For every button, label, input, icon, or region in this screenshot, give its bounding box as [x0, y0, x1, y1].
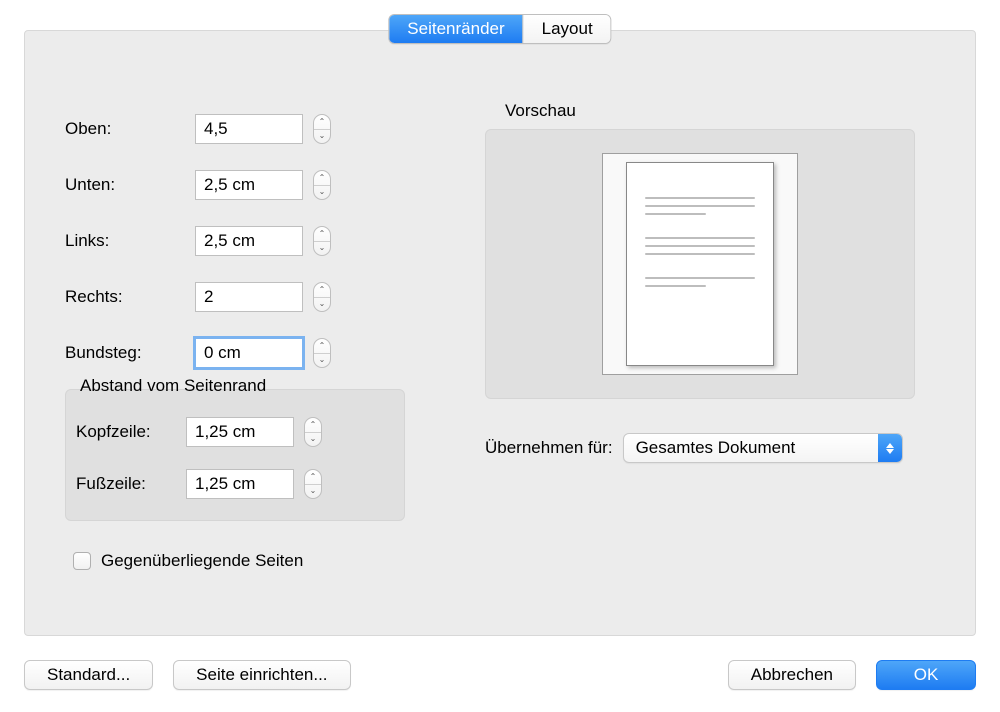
edge-distance-title: Abstand vom Seitenrand	[76, 376, 270, 396]
tab-margins[interactable]: Seitenränder	[389, 15, 522, 43]
chevron-down-icon[interactable]: ⌄	[314, 241, 330, 255]
chevron-up-icon[interactable]: ⌃	[305, 418, 321, 432]
footer-input[interactable]	[186, 469, 294, 499]
gutter-stepper[interactable]: ⌃ ⌄	[313, 338, 331, 368]
preview-column: Vorschau	[485, 101, 935, 463]
right-input[interactable]	[195, 282, 303, 312]
tab-bar: Seitenränder Layout	[388, 14, 611, 44]
header-label: Kopfzeile:	[76, 422, 186, 442]
mirror-pages-label: Gegenüberliegende Seiten	[101, 551, 303, 571]
top-input[interactable]	[195, 114, 303, 144]
left-stepper[interactable]: ⌃ ⌄	[313, 226, 331, 256]
mirror-pages-row[interactable]: Gegenüberliegende Seiten	[73, 551, 405, 571]
preview-title: Vorschau	[505, 101, 935, 121]
chevron-down-icon[interactable]: ⌄	[314, 297, 330, 311]
gutter-input[interactable]	[195, 338, 303, 368]
footer-stepper[interactable]: ⌃ ⌄	[304, 469, 322, 499]
top-stepper[interactable]: ⌃ ⌄	[313, 114, 331, 144]
gutter-label: Bundsteg:	[65, 343, 195, 363]
tab-layout[interactable]: Layout	[523, 15, 611, 43]
footer-label: Fußzeile:	[76, 474, 186, 494]
top-label: Oben:	[65, 119, 195, 139]
chevron-up-icon[interactable]: ⌃	[314, 283, 330, 297]
right-label: Rechts:	[65, 287, 195, 307]
preview-box	[485, 129, 915, 399]
chevron-up-icon[interactable]: ⌃	[314, 171, 330, 185]
left-label: Links:	[65, 231, 195, 251]
default-button[interactable]: Standard...	[24, 660, 153, 690]
chevron-up-icon[interactable]: ⌃	[314, 227, 330, 241]
page-setup-button[interactable]: Seite einrichten...	[173, 660, 350, 690]
chevron-up-icon[interactable]: ⌃	[314, 339, 330, 353]
chevron-down-icon[interactable]: ⌄	[305, 432, 321, 446]
page-frame	[602, 153, 798, 375]
dialog-panel: Oben: ⌃ ⌄ Unten: ⌃ ⌄	[24, 30, 976, 636]
header-input[interactable]	[186, 417, 294, 447]
chevron-up-icon[interactable]: ⌃	[314, 115, 330, 129]
apply-to-label: Übernehmen für:	[485, 438, 613, 458]
header-stepper[interactable]: ⌃ ⌄	[304, 417, 322, 447]
chevron-down-icon[interactable]: ⌄	[314, 353, 330, 367]
ok-button[interactable]: OK	[876, 660, 976, 690]
apply-to-value: Gesamtes Dokument	[636, 438, 796, 458]
chevron-up-icon[interactable]: ⌃	[305, 470, 321, 484]
chevron-down-icon[interactable]: ⌄	[305, 484, 321, 498]
left-input[interactable]	[195, 226, 303, 256]
bottom-stepper[interactable]: ⌃ ⌄	[313, 170, 331, 200]
select-arrows-icon	[878, 434, 902, 462]
button-bar: Standard... Seite einrichten... Abbreche…	[24, 660, 976, 690]
right-stepper[interactable]: ⌃ ⌄	[313, 282, 331, 312]
page-preview-icon	[626, 162, 774, 366]
apply-to-select[interactable]: Gesamtes Dokument	[623, 433, 903, 463]
chevron-down-icon[interactable]: ⌄	[314, 185, 330, 199]
mirror-pages-checkbox[interactable]	[73, 552, 91, 570]
cancel-button[interactable]: Abbrechen	[728, 660, 856, 690]
chevron-down-icon[interactable]: ⌄	[314, 129, 330, 143]
edge-distance-group: Abstand vom Seitenrand Kopfzeile: ⌃ ⌄ Fu…	[65, 389, 405, 521]
bottom-label: Unten:	[65, 175, 195, 195]
margins-column: Oben: ⌃ ⌄ Unten: ⌃ ⌄	[65, 101, 405, 571]
bottom-input[interactable]	[195, 170, 303, 200]
